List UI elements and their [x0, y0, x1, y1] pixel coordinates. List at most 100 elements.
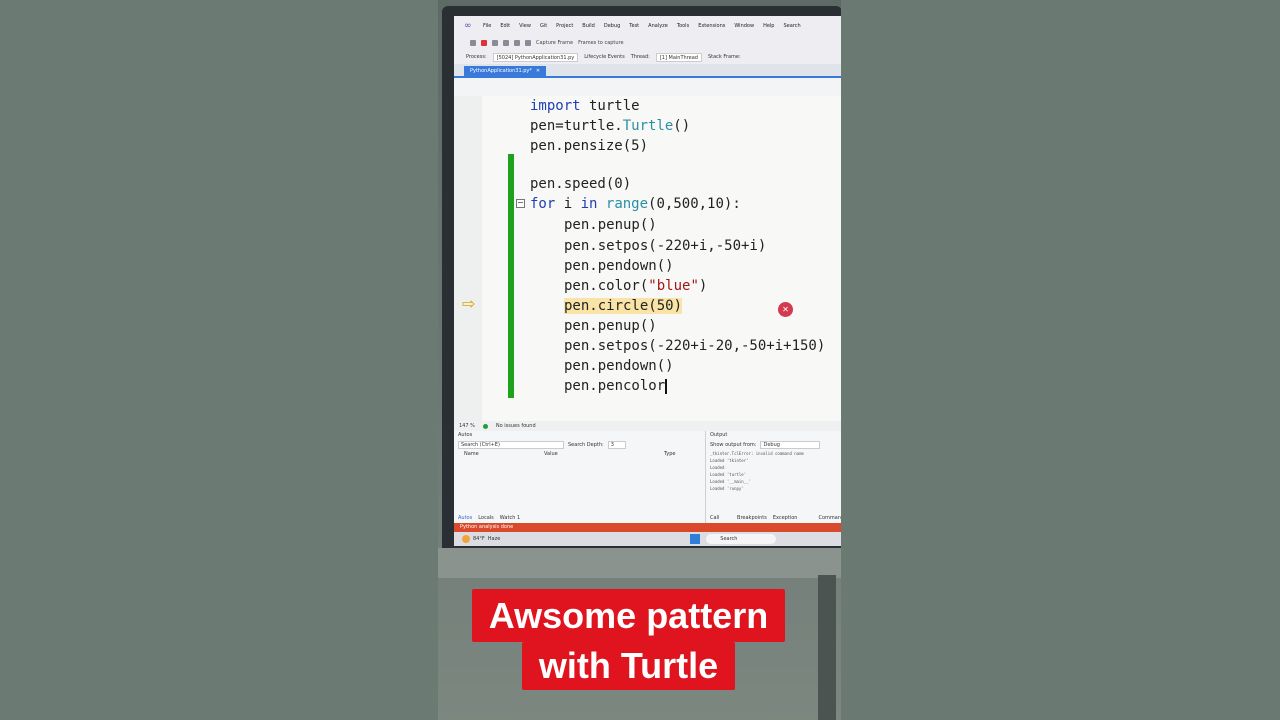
capture-frame-button[interactable]: Capture Frame [536, 40, 573, 46]
menu-item-extensions[interactable]: Extensions [698, 23, 725, 29]
autos-search-input[interactable]: Search (Ctrl+E) [458, 441, 564, 449]
code-editor[interactable]: ⇨ − import turtle pen=turtle.Turtle() pe… [454, 96, 841, 421]
process-select[interactable]: [5024] PythonApplication31.py [492, 52, 579, 62]
column-header-value: Value [544, 451, 558, 457]
editor-status-strip: 147 % No issues found [454, 421, 841, 431]
thread-select[interactable]: [1] MainThread [655, 52, 702, 62]
check-icon [482, 423, 488, 429]
output-title: Output [710, 432, 728, 438]
output-line: Loaded 'runpy' [710, 486, 744, 491]
code-line: pen.penup() [564, 318, 657, 334]
error-icon[interactable]: ✕ [778, 302, 793, 317]
code-line: pen.setpos(-220+i-20,-50+i+150) [564, 338, 826, 354]
code-line: pen.color("blue") [564, 278, 708, 294]
current-line-arrow-icon: ⇨ [462, 294, 476, 313]
autos-columns: Name Value Type [454, 450, 705, 459]
windows-start-icon[interactable] [690, 534, 701, 544]
lifecycle-events-button[interactable]: Lifecycle Events [584, 54, 624, 60]
menu-item-edit[interactable]: Edit [500, 23, 510, 29]
code-line: pen=turtle.Turtle() [530, 118, 691, 134]
tab-command[interactable]: Comman [818, 513, 841, 523]
step-into-icon[interactable] [514, 40, 520, 46]
tab-watch-1[interactable]: Watch 1 [500, 513, 520, 523]
zoom-level[interactable]: 147 % [459, 423, 475, 429]
process-label: Process: [466, 54, 487, 60]
weather-widget[interactable]: 84°F Haze [462, 535, 500, 543]
output-tabs: Call Stack Breakpoints Exception Setting… [710, 513, 841, 531]
tab-breakpoints[interactable]: Breakpoints [737, 513, 767, 523]
menu-item-view[interactable]: View [519, 23, 531, 29]
tab-locals[interactable]: Locals [478, 513, 494, 523]
tab-python-application[interactable]: PythonApplication31.py* ✕ [464, 66, 547, 76]
close-icon[interactable]: ✕ [536, 68, 540, 74]
autos-search-row: Search (Ctrl+E) Search Depth: 3 [454, 440, 705, 450]
weather-condition: Haze [487, 536, 501, 542]
change-tracking-bar [508, 154, 514, 398]
menu-bar: ∞ File Edit View Git Project Build Debug… [454, 16, 841, 36]
editor-margin [454, 96, 482, 421]
search-depth-label: Search Depth: [568, 442, 604, 448]
code-line: pen.setpos(-220+i,-50+i) [564, 238, 767, 254]
frames-to-capture-label: Frames to capture [578, 40, 624, 46]
stop-icon[interactable] [481, 40, 487, 46]
step-over-icon[interactable] [503, 40, 509, 46]
output-line: Loaded 'tkinter' [710, 458, 749, 463]
code-line: pen.pendown() [564, 358, 674, 374]
restart-icon[interactable] [492, 40, 498, 46]
thread-label: Thread: [630, 54, 650, 60]
autos-panel: Autos Search (Ctrl+E) Search Depth: 3 Na… [454, 431, 706, 523]
windows-taskbar: 84°F Haze Search [454, 532, 841, 546]
menu-item-test[interactable]: Test [629, 23, 639, 29]
code-line: import turtle [530, 98, 640, 114]
pause-icon[interactable] [470, 40, 476, 46]
document-tabs: PythonApplication31.py* ✕ [454, 64, 841, 78]
tab-label: PythonApplication31.py* [470, 68, 532, 74]
process-bar: Process: [5024] PythonApplication31.py L… [454, 50, 841, 64]
output-source-select[interactable]: Debug [760, 441, 821, 449]
show-output-label: Show output from: [710, 442, 757, 448]
taskbar-search[interactable]: Search [706, 534, 777, 544]
menu-item-help[interactable]: Help [763, 23, 774, 29]
menu-item-analyze[interactable]: Analyze [648, 23, 668, 29]
menu-item-window[interactable]: Window [734, 23, 754, 29]
code-line: pen.penup() [564, 217, 657, 233]
text-caret [665, 378, 668, 394]
code-line: for i in range(0,500,10): [530, 196, 741, 212]
column-header-name: Name [464, 451, 479, 457]
right-background [841, 0, 1280, 720]
column-header-type: Type [664, 451, 676, 457]
weather-icon [462, 535, 470, 543]
step-out-icon[interactable] [525, 40, 531, 46]
menu-item-project[interactable]: Project [556, 23, 573, 29]
ide-status-bar: Python analysis done [454, 523, 841, 532]
menu-item-git[interactable]: Git [540, 23, 547, 29]
tab-call-stack[interactable]: Call Stack [710, 513, 731, 531]
output-source-row: Show output from: Debug [710, 440, 841, 450]
search-depth-select[interactable]: 3 [607, 441, 626, 449]
collapse-icon[interactable]: − [516, 199, 525, 208]
output-line: Loaded '__main__' [710, 479, 751, 484]
code-line: pen.pencolor [564, 378, 668, 394]
output-line: Loaded [710, 465, 725, 470]
monitor-stand [438, 548, 841, 578]
menu-item-tools[interactable]: Tools [677, 23, 689, 29]
ide-window: ∞ File Edit View Git Project Build Debug… [454, 16, 841, 546]
output-line: _tkinter.TclError: invalid command name [710, 451, 804, 456]
autos-tabs: Autos Locals Watch 1 [458, 513, 520, 523]
current-code-line: pen.circle(50) [564, 298, 683, 314]
issues-status: No issues found [495, 423, 536, 429]
debug-toolbar: Capture Frame Frames to capture [454, 36, 841, 50]
stack-frame-label: Stack Frame: [707, 54, 741, 60]
tab-autos[interactable]: Autos [458, 513, 472, 523]
weather-temp: 84°F [473, 536, 485, 542]
visual-studio-logo-icon: ∞ [464, 21, 472, 31]
menu-item-build[interactable]: Build [582, 23, 595, 29]
output-line: Loaded 'turtle' [710, 472, 747, 477]
tab-exception-settings[interactable]: Exception Settings [773, 513, 813, 531]
menu-item-file[interactable]: File [483, 23, 491, 29]
menu-item-debug[interactable]: Debug [604, 23, 620, 29]
search-button[interactable]: Search [783, 23, 800, 29]
caption-line-2: with Turtle [522, 642, 735, 690]
left-background [0, 0, 438, 720]
caption-line-1: Awsome pattern [472, 589, 785, 642]
